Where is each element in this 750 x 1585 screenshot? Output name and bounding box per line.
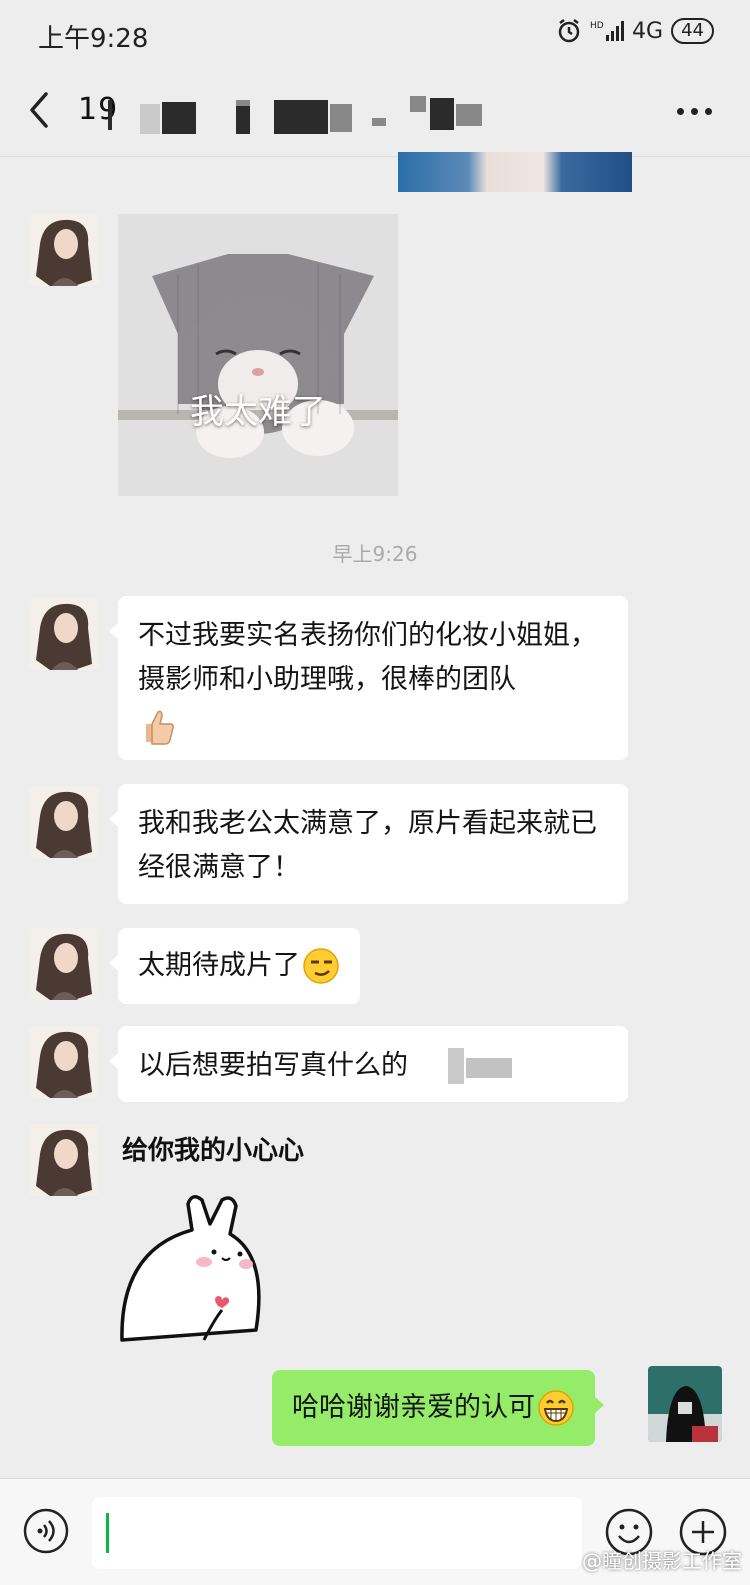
grin-emoji xyxy=(538,1390,574,1426)
contact-avatar[interactable] xyxy=(30,786,98,858)
chat-header: 19 xyxy=(0,68,750,157)
message-text: 不过我要实名表扬你们的化妆小姐姐，摄影师和小助理哦，很棒的团队 xyxy=(138,620,597,695)
redaction-block xyxy=(448,1048,464,1084)
redaction-block xyxy=(330,104,352,132)
redaction-block xyxy=(456,104,482,126)
more-icon[interactable] xyxy=(677,108,712,115)
message-bubble[interactable]: 不过我要实名表扬你们的化妆小姐姐，摄影师和小助理哦，很棒的团队 xyxy=(109,596,628,760)
status-icons: HD 4G 44 xyxy=(556,18,714,44)
redaction-block xyxy=(236,100,250,106)
back-arrow-icon[interactable] xyxy=(22,88,62,132)
contact-avatar[interactable] xyxy=(30,1124,98,1196)
message-text: 以后想要拍写真什么的 xyxy=(138,1050,408,1081)
contact-avatar[interactable] xyxy=(30,1026,98,1098)
redaction-block xyxy=(410,96,426,112)
contact-avatar[interactable] xyxy=(30,928,98,1000)
svg-text:HD: HD xyxy=(590,21,604,31)
sticker-caption: 给你我的小心心 xyxy=(122,1136,305,1166)
redaction-block xyxy=(140,104,160,134)
cat-meme-image[interactable]: 我太难了 xyxy=(118,214,398,496)
meme-caption: 我太难了 xyxy=(190,392,326,432)
contact-avatar[interactable] xyxy=(30,598,98,670)
redaction-block xyxy=(162,102,196,134)
bunny-sticker[interactable] xyxy=(118,1190,278,1350)
message-text: 太期待成片了 xyxy=(138,950,300,981)
signal-icon: HD xyxy=(590,21,625,41)
message-bubble[interactable]: 太期待成片了 xyxy=(109,928,360,1004)
thumbs-up-emoji xyxy=(146,710,174,745)
status-bar: 上午9:28 HD 4G 44 xyxy=(0,0,750,68)
contact-name: 19 xyxy=(78,92,119,127)
network-type: 4G xyxy=(632,18,664,44)
battery-icon: 44 xyxy=(671,18,714,44)
text-caret xyxy=(106,1513,109,1553)
watermark: @瞳创摄影工作室 xyxy=(582,1549,742,1573)
my-message-bubble[interactable]: 哈哈谢谢亲爱的认可 xyxy=(272,1370,604,1446)
alarm-icon xyxy=(558,19,580,43)
message-input[interactable] xyxy=(92,1497,582,1569)
contact-avatar[interactable] xyxy=(30,214,98,286)
status-time: 上午9:28 xyxy=(38,24,149,54)
my-avatar[interactable] xyxy=(648,1366,722,1442)
message-text: 我和我老公太满意了，原片看起来就已经很满意了！ xyxy=(138,808,597,883)
redaction-block xyxy=(372,118,386,126)
redaction-block xyxy=(274,100,328,134)
message-bubble[interactable]: 我和我老公太满意了，原片看起来就已经很满意了！ xyxy=(109,784,628,904)
redaction-block xyxy=(430,98,454,130)
message-bubble[interactable]: 以后想要拍写真什么的 xyxy=(109,1026,628,1102)
chat-timestamp: 早上9:26 xyxy=(332,542,418,566)
message-text: 哈哈谢谢亲爱的认可 xyxy=(292,1392,535,1423)
redaction-block xyxy=(236,102,250,134)
voice-icon[interactable] xyxy=(22,1507,70,1555)
smirk-emoji xyxy=(303,948,339,984)
redaction-block xyxy=(108,100,112,130)
redaction-block xyxy=(466,1058,512,1078)
previous-image-message[interactable] xyxy=(398,152,632,192)
